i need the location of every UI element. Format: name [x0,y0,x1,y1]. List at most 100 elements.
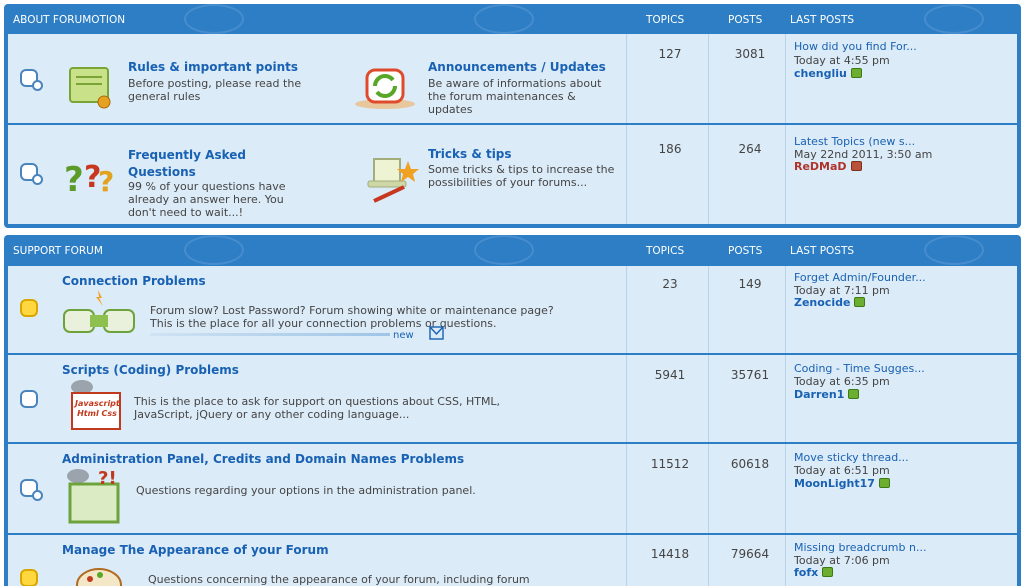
forum-description-line: Questions regarding your options in the … [136,484,476,497]
forum-row: Rules & important points Before posting,… [8,34,1017,123]
last-post-user[interactable]: ReDMaD [794,160,847,173]
last-post-link[interactable]: How did you find For... [794,40,917,53]
decorative-swirl [474,4,534,34]
view-latest-post-icon[interactable] [848,389,860,399]
forum-link-tricks-tips[interactable]: Tricks & tips [428,147,512,161]
column-last-posts: LAST POSTS [790,245,855,257]
forum-row: ? ? ? Frequently Asked Questions 99 % of… [8,125,1017,224]
topics-count: 23 [662,277,678,291]
decorative-swirl [184,235,244,265]
status-subforum-icon [32,80,43,91]
forum-description-line: This is the place to ask for support on … [134,395,501,408]
last-post-date: Today at 4:55 pm [794,54,890,67]
last-post-user-wrap: MoonLight17 [794,477,890,490]
last-post-link[interactable]: Forget Admin/Founder... [794,271,926,284]
view-latest-post-icon[interactable] [854,297,866,307]
topics-count: 186 [658,142,682,156]
status-subforum-icon [32,490,43,501]
forum-link-announcements[interactable]: Announcements / Updates [428,60,606,74]
column-posts: POSTS [728,245,763,257]
status-new-posts-icon [20,299,38,317]
update-arrows-icon [355,68,415,109]
last-post-date: Today at 6:51 pm [794,464,890,477]
scroll-certificate-icon [69,67,111,109]
forum-row: ?! Administration Panel, Credits and Dom… [8,444,1017,533]
last-post-link[interactable]: Move sticky thread... [794,451,909,464]
posts-count: 149 [738,277,762,291]
forum-description: Some tricks & tips to increase the possi… [428,163,615,189]
last-post-user-wrap: ReDMaD [794,160,862,173]
decorative-underline [150,333,390,336]
topics-count: 14418 [650,547,690,561]
last-post-user-wrap: chengliu [794,67,862,80]
status-new-posts-icon [20,569,38,586]
new-posts-link[interactable]: new [393,330,414,341]
last-post-user-wrap: fofx [794,566,834,579]
column-posts: POSTS [728,14,763,26]
code-icon-text-2: Html Css [77,409,117,418]
view-latest-post-icon[interactable] [850,161,862,171]
view-latest-post-icon[interactable] [850,68,862,78]
magic-hat-icon [367,158,419,203]
code-icon-text: Javascript Html Css [75,399,120,419]
forum-link-connection-problems[interactable]: Connection Problems [62,274,206,288]
plug-connection-icon [63,290,135,333]
column-topics: TOPICS [646,14,685,26]
category-header: SUPPORT FORUM TOPICS POSTS LAST POSTS [4,235,1021,265]
forum-link-admin-panel[interactable]: Administration Panel, Credits and Domain… [62,452,464,466]
last-post-user[interactable]: MoonLight17 [794,477,875,490]
forum-row: Manage The Appearance of your Forum Ques… [8,535,1017,586]
forum-description-line: Questions concerning the appearance of y… [148,573,530,586]
forum-description-line: Forum slow? Lost Password? Forum showing… [150,304,554,317]
category-title[interactable]: ABOUT FORUMOTION [13,14,125,26]
last-post-user[interactable]: Zenocide [794,296,850,309]
last-post-user-wrap: Darren1 [794,388,860,401]
last-post-link[interactable]: Coding - Time Sugges... [794,362,925,375]
question-marks-icon: ? ? ? [64,160,114,199]
status-no-new-icon [20,390,38,408]
last-post-link[interactable]: Missing breadcrumb n... [794,541,926,554]
forum-description: Before posting, please read the general … [128,77,302,103]
forum-link-faq[interactable]: Frequently Asked Questions [128,147,288,181]
decorative-swirl [184,4,244,34]
forum-link-appearance[interactable]: Manage The Appearance of your Forum [62,543,329,557]
topics-count: 127 [658,47,682,61]
admin-panel-icon: ?! [67,468,120,524]
category-title[interactable]: SUPPORT FORUM [13,245,103,257]
forum-link-rules[interactable]: Rules & important points [128,60,298,74]
forum-row: Javascript Html Css Scripts (Coding) Pro… [8,355,1017,442]
column-topics: TOPICS [646,245,685,257]
category-about-forumotion: ABOUT FORUMOTION TOPICS POSTS LAST POSTS… [4,4,1021,228]
posts-count: 79664 [730,547,770,561]
decorative-swirl [474,235,534,265]
envelope-icon[interactable] [428,324,446,342]
column-last-posts: LAST POSTS [790,14,855,26]
last-post-user[interactable]: fofx [794,566,818,579]
last-post-date: Today at 6:35 pm [794,375,890,388]
posts-count: 60618 [730,457,770,471]
code-document-icon: Javascript Html Css [68,377,126,435]
view-latest-post-icon[interactable] [822,567,834,577]
topics-count: 5941 [654,368,686,382]
forum-description-line: JavaScript, jQuery or any other coding l… [134,408,410,421]
code-icon-text-1: Javascript [75,399,120,408]
posts-count: 3081 [734,47,766,61]
decorative-swirl [924,235,984,265]
topics-count: 11512 [650,457,690,471]
posts-count: 264 [738,142,762,156]
category-header: ABOUT FORUMOTION TOPICS POSTS LAST POSTS [4,4,1021,34]
forum-link-scripts-coding[interactable]: Scripts (Coding) Problems [62,363,239,377]
forum-description: Be aware of informations about the forum… [428,77,602,116]
status-subforum-icon [32,174,43,185]
category-support-forum: SUPPORT FORUM TOPICS POSTS LAST POSTS Co… [4,235,1021,586]
decorative-swirl [924,4,984,34]
svg-text:?!: ?! [98,468,117,489]
last-post-link[interactable]: Latest Topics (new s... [794,135,915,148]
forum-row: Connection Problems Forum slow? Lost Pas… [8,266,1017,353]
last-post-user-wrap: Zenocide [794,296,866,309]
last-post-user[interactable]: Darren1 [794,388,844,401]
last-post-user[interactable]: chengliu [794,67,847,80]
posts-count: 35761 [730,368,770,382]
view-latest-post-icon[interactable] [878,478,890,488]
forum-description: 99 % of your questions have already an a… [128,180,286,219]
